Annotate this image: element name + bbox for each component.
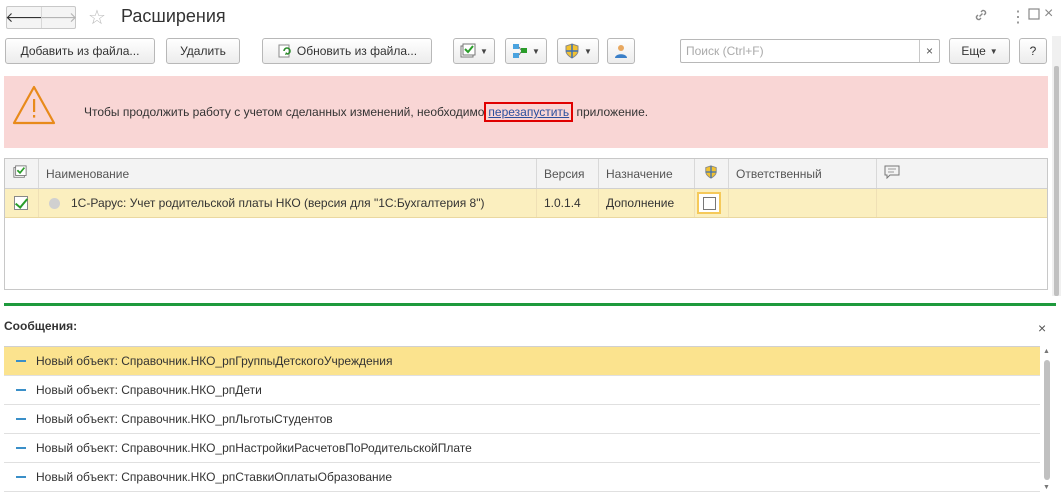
restart-warning-banner: Чтобы продолжить работу с учетом сделанн…: [4, 76, 1048, 148]
warning-text-before: Чтобы продолжить работу с учетом сделанн…: [84, 105, 485, 119]
scroll-up-icon[interactable]: ▲: [1043, 348, 1050, 355]
search-input[interactable]: [681, 40, 919, 62]
search-clear-button[interactable]: ×: [919, 40, 939, 62]
extension-name: 1С-Рарус: Учет родительской платы НКО (в…: [71, 196, 485, 210]
list-item[interactable]: Новый объект: Справочник.НКО_рпНастройки…: [4, 434, 1040, 463]
chevron-down-icon: ▼: [532, 46, 540, 56]
warning-message: Чтобы продолжить работу с учетом сделанн…: [84, 102, 649, 122]
message-marker-icon: [16, 476, 26, 478]
row-name-cell[interactable]: 1С-Рарус: Учет родительской платы НКО (в…: [39, 189, 537, 217]
extensions-table: Наименование Версия Назначение Ответстве…: [4, 158, 1048, 290]
user-icon: [613, 43, 629, 59]
navigation-buttons: 🡐 🡒: [5, 6, 78, 29]
update-icon: [277, 43, 293, 59]
row-enabled-cell[interactable]: [5, 189, 39, 217]
restart-link[interactable]: перезапустить: [484, 102, 574, 122]
page-title: Расширения: [121, 6, 226, 26]
column-safe-mode[interactable]: [695, 159, 729, 188]
add-from-file-label: Добавить из файла...: [20, 44, 140, 58]
arrow-right-icon: 🡒: [39, 9, 78, 25]
message-marker-icon: [16, 389, 26, 391]
close-icon[interactable]: ×: [1044, 5, 1053, 23]
messages-list: Новый объект: Справочник.НКО_рпГруппыДет…: [4, 346, 1040, 495]
column-purpose[interactable]: Назначение: [599, 159, 695, 188]
table-row[interactable]: 1С-Рарус: Учет родительской платы НКО (в…: [5, 189, 1047, 218]
column-version[interactable]: Версия: [537, 159, 599, 188]
shield-icon: [564, 43, 580, 59]
arrow-left-icon: 🡐: [5, 9, 43, 25]
row-version-cell[interactable]: 1.0.1.4: [537, 189, 599, 217]
safe-mode-checkbox[interactable]: [697, 192, 721, 214]
main-scrollbar[interactable]: [1052, 36, 1061, 296]
list-item[interactable]: Новый объект: Справочник.НКО_рпДети: [4, 376, 1040, 405]
message-text: Новый объект: Справочник.НКО_рпСтавкиОпл…: [36, 470, 393, 484]
checklist-icon: [13, 165, 27, 182]
list-item[interactable]: Новый объект: Справочник.НКО_рпГруппыДет…: [4, 347, 1040, 376]
column-name[interactable]: Наименование: [39, 159, 537, 188]
more-vertical-icon[interactable]: ⋮: [1010, 7, 1026, 27]
message-text: Новый объект: Справочник.НКО_рпГруппыДет…: [36, 354, 393, 368]
security-menu-button[interactable]: ▼: [557, 38, 599, 64]
warning-icon: [12, 85, 56, 125]
help-button[interactable]: ?: [1019, 38, 1047, 64]
toolbar: Добавить из файла... Удалить Обновить из…: [0, 38, 1061, 68]
message-marker-icon: [16, 360, 26, 362]
chevron-down-icon: ▼: [989, 46, 998, 56]
help-label: ?: [1029, 44, 1037, 58]
checkbox-box: [702, 196, 716, 210]
list-item[interactable]: Новый объект: Справочник.НКО_рпЛьготыСту…: [4, 405, 1040, 434]
message-marker-icon: [16, 447, 26, 449]
scroll-down-icon[interactable]: ▼: [1043, 484, 1050, 491]
search-field[interactable]: ×: [680, 39, 940, 63]
messages-scrollbar[interactable]: ▲ ▼: [1042, 348, 1052, 494]
message-text: Новый объект: Справочник.НКО_рпЛьготыСту…: [36, 412, 333, 426]
title-bar: 🡐 🡒 ☆ Расширения ⋮ ×: [0, 0, 1061, 36]
update-from-file-label: Обновить из файла...: [296, 44, 418, 58]
maximize-icon[interactable]: [1027, 7, 1041, 25]
select-all-column[interactable]: [5, 159, 39, 188]
link-icon[interactable]: [973, 7, 989, 27]
forward-button[interactable]: 🡒: [39, 7, 78, 28]
scrollbar-thumb[interactable]: [1054, 66, 1059, 296]
row-safe-mode-cell[interactable]: [695, 189, 729, 217]
star-icon[interactable]: ☆: [88, 5, 106, 30]
messages-close-button[interactable]: ×: [1038, 320, 1046, 336]
shield-icon: [704, 165, 718, 182]
panel-separator[interactable]: [4, 303, 1056, 306]
comment-icon: [884, 165, 900, 182]
delete-button[interactable]: Удалить: [166, 38, 240, 64]
message-text: Новый объект: Справочник.НКО_рпНастройки…: [36, 441, 472, 455]
structure-menu-button[interactable]: ▼: [505, 38, 547, 64]
message-marker-icon: [16, 418, 26, 420]
list-item[interactable]: Новый объект: Справочник.НКО_рпСтавкиОпл…: [4, 463, 1040, 492]
check-menu-button[interactable]: ▼: [453, 38, 495, 64]
scrollbar-thumb[interactable]: [1044, 360, 1050, 480]
message-text: Новый объект: Справочник.НКО_рпДети: [36, 383, 262, 397]
row-purpose-cell[interactable]: Дополнение: [599, 189, 695, 217]
checklist-icon: [460, 43, 476, 59]
messages-title: Сообщения:: [4, 319, 78, 333]
chevron-down-icon: ▼: [480, 46, 488, 56]
more-label: Еще: [961, 44, 986, 58]
more-button[interactable]: Еще ▼: [949, 38, 1010, 64]
column-comment[interactable]: [877, 159, 1047, 188]
back-button[interactable]: 🡐: [5, 7, 43, 28]
table-header: Наименование Версия Назначение Ответстве…: [5, 159, 1047, 189]
delete-label: Удалить: [180, 44, 226, 58]
add-from-file-button[interactable]: Добавить из файла...: [5, 38, 155, 64]
enabled-checkbox[interactable]: [14, 196, 28, 210]
status-dot-icon: [49, 197, 60, 209]
structure-icon: [512, 43, 528, 59]
row-responsible-cell[interactable]: [729, 189, 877, 217]
chevron-down-icon: ▼: [584, 46, 592, 56]
user-button[interactable]: [607, 38, 635, 64]
row-comment-cell[interactable]: [877, 189, 1047, 217]
column-responsible[interactable]: Ответственный: [729, 159, 877, 188]
update-from-file-button[interactable]: Обновить из файла...: [262, 38, 432, 64]
warning-text-after: приложение.: [573, 105, 649, 119]
